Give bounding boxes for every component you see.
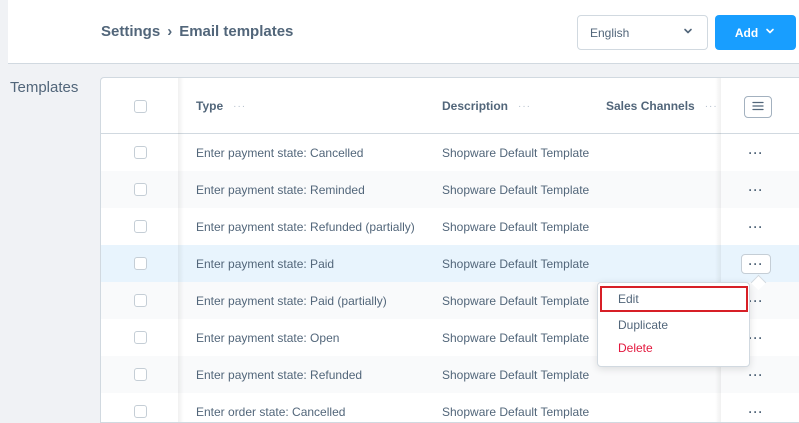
chevron-down-icon xyxy=(764,25,776,40)
row-description: Shopware Default Template xyxy=(442,404,590,419)
more-icon: ··· xyxy=(748,219,764,234)
more-icon: ··· xyxy=(748,293,764,308)
language-select[interactable]: English xyxy=(577,15,708,50)
more-icon: ··· xyxy=(748,145,764,160)
list-icon xyxy=(752,98,764,116)
breadcrumb-root[interactable]: Settings xyxy=(101,23,160,40)
breadcrumb-separator: › xyxy=(167,23,173,40)
row-description: Shopware Default Template xyxy=(442,256,590,271)
column-sales-channels-menu-icon[interactable]: ··· xyxy=(705,101,718,112)
column-type[interactable]: Type ··· xyxy=(196,78,246,134)
table-header: Type ··· Description ··· Sales Channels … xyxy=(101,78,799,134)
row-checkbox[interactable] xyxy=(134,146,147,159)
row-type: Enter payment state: Refunded (partially… xyxy=(196,219,415,234)
chevron-down-icon xyxy=(682,25,694,40)
row-type: Enter payment state: Paid (partially) xyxy=(196,293,387,308)
row-actions-button[interactable]: ··· xyxy=(741,393,771,422)
select-all-cell xyxy=(134,78,147,134)
row-description: Shopware Default Template xyxy=(442,330,590,345)
context-menu-edit[interactable]: Edit xyxy=(600,286,748,312)
row-type: Enter payment state: Cancelled xyxy=(196,145,364,160)
row-type: Enter payment state: Open xyxy=(196,330,340,345)
column-type-menu-icon[interactable]: ··· xyxy=(233,101,246,112)
more-icon: ··· xyxy=(741,253,771,274)
row-type: Enter payment state: Paid xyxy=(196,256,335,271)
column-description[interactable]: Description ··· xyxy=(442,78,531,134)
row-checkbox[interactable] xyxy=(134,405,147,418)
row-type: Enter order state: Cancelled xyxy=(196,404,346,419)
row-checkbox[interactable] xyxy=(134,220,147,233)
context-menu-duplicate[interactable]: Duplicate xyxy=(618,318,668,332)
more-icon: ··· xyxy=(748,182,764,197)
context-menu-delete[interactable]: Delete xyxy=(618,341,653,355)
add-button-label: Add xyxy=(734,25,759,40)
row-description: Shopware Default Template xyxy=(442,293,590,308)
row-description: Shopware Default Template xyxy=(442,182,590,197)
column-sales-channels-label: Sales Channels xyxy=(606,99,695,113)
select-all-checkbox[interactable] xyxy=(134,99,147,113)
more-icon: ··· xyxy=(748,367,764,382)
sidebar-title: Templates xyxy=(10,79,79,96)
table-row[interactable]: Enter payment state: Paid Shopware Defau… xyxy=(101,245,799,282)
column-type-label: Type xyxy=(196,99,224,113)
table-row[interactable]: Enter payment state: Cancelled Shopware … xyxy=(101,134,799,171)
row-description: Shopware Default Template xyxy=(442,145,590,160)
row-context-menu: Edit Duplicate Delete xyxy=(597,282,750,367)
column-description-label: Description xyxy=(442,99,509,113)
more-icon: ··· xyxy=(748,404,764,419)
row-type: Enter payment state: Reminded xyxy=(196,182,365,197)
row-type: Enter payment state: Refunded xyxy=(196,367,363,382)
breadcrumb-current: Email templates xyxy=(179,23,294,40)
column-sales-channels[interactable]: Sales Channels ··· xyxy=(606,78,718,134)
row-checkbox[interactable] xyxy=(134,257,147,270)
row-actions-button[interactable]: ··· xyxy=(741,134,771,171)
add-button[interactable]: Add xyxy=(715,15,796,50)
breadcrumb: Settings › Email templates xyxy=(101,23,293,40)
row-checkbox[interactable] xyxy=(134,331,147,344)
column-description-menu-icon[interactable]: ··· xyxy=(518,101,531,112)
row-checkbox[interactable] xyxy=(134,294,147,307)
table-row[interactable]: Enter payment state: Refunded (partially… xyxy=(101,208,799,245)
column-settings-button[interactable] xyxy=(744,96,772,118)
table-row[interactable]: Enter payment state: Reminded Shopware D… xyxy=(101,171,799,208)
more-icon: ··· xyxy=(748,330,764,345)
row-actions-button[interactable]: ··· xyxy=(741,171,771,208)
table-row[interactable]: Enter order state: Cancelled Shopware De… xyxy=(101,393,799,422)
row-description: Shopware Default Template xyxy=(442,219,590,234)
language-select-value: English xyxy=(590,25,630,40)
row-checkbox[interactable] xyxy=(134,183,147,196)
row-checkbox[interactable] xyxy=(134,368,147,381)
row-actions-button[interactable]: ··· xyxy=(741,208,771,245)
row-description: Shopware Default Template xyxy=(442,367,590,382)
templates-table: Type ··· Description ··· Sales Channels … xyxy=(100,77,799,423)
